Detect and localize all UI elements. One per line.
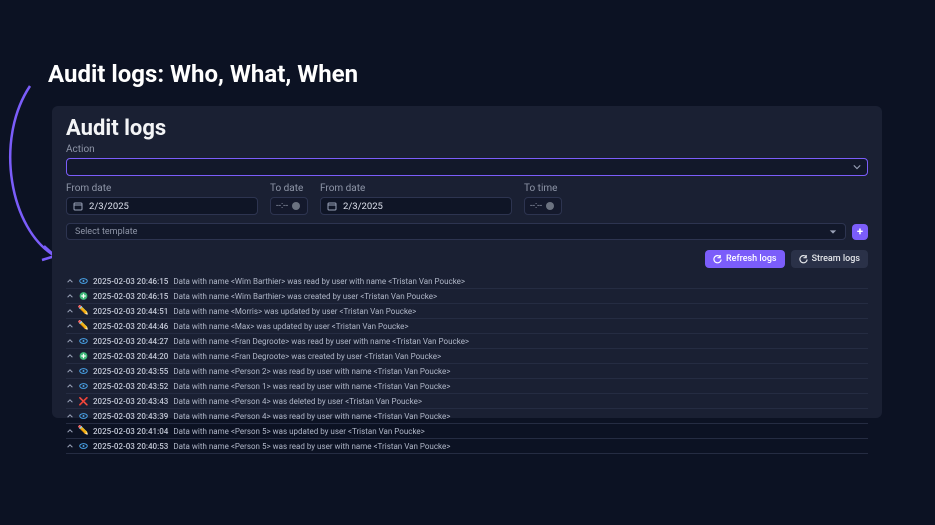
time-placeholder2: --:-- — [530, 201, 542, 211]
chevron-up-icon — [66, 352, 74, 360]
to-time-label: To time — [524, 183, 562, 194]
log-message: Data with name <Wim Barthier> was read b… — [173, 276, 465, 287]
log-timestamp: 2025-02-03 20:40:53 — [93, 441, 168, 452]
eye-icon — [79, 367, 88, 376]
log-row[interactable]: 2025-02-03 20:44:27 Data with name <Fran … — [66, 334, 868, 349]
refresh-icon — [713, 255, 722, 264]
log-message: Data with name <Morris> was updated by u… — [173, 306, 416, 317]
log-timestamp: 2025-02-03 20:46:15 — [93, 276, 168, 287]
to-date-label: To date — [270, 183, 308, 194]
from-date2-value: 2/3/2025 — [343, 201, 383, 212]
pencil-icon: ✏️ — [79, 427, 88, 436]
chevron-up-icon — [66, 277, 74, 285]
chevron-up-icon — [66, 367, 74, 375]
log-message: Data with name <Person 1> was read by us… — [173, 381, 450, 392]
chevron-up-icon — [66, 397, 74, 405]
log-row[interactable]: 2025-02-03 20:44:20 Data with name <Fran … — [66, 349, 868, 364]
log-message: Data with name <Fran Degroote> was read … — [173, 336, 469, 347]
log-row[interactable]: 2025-02-03 20:43:55 Data with name <Perso… — [66, 364, 868, 379]
log-timestamp: 2025-02-03 20:43:43 — [93, 396, 168, 407]
action-select[interactable] — [66, 158, 868, 176]
log-timestamp: 2025-02-03 20:44:20 — [93, 351, 168, 362]
stream-icon — [799, 255, 808, 264]
pencil-icon: ✏️ — [79, 322, 88, 331]
log-row[interactable]: 2025-02-03 20:43:39 Data with name <Perso… — [66, 409, 868, 424]
log-timestamp: 2025-02-03 20:41:04 — [93, 426, 168, 437]
template-select[interactable]: Select template — [66, 223, 846, 240]
from-date2-input[interactable]: 2/3/2025 — [320, 197, 512, 215]
audit-logs-panel: Audit logs Action From date 2/3/2025 To … — [52, 106, 882, 418]
log-row[interactable]: 2025-02-03 20:40:53 Data with name <Perso… — [66, 439, 868, 454]
eye-icon — [79, 412, 88, 421]
log-message: Data with name <Person 2> was read by us… — [173, 366, 450, 377]
from-date-input[interactable]: 2/3/2025 — [66, 197, 258, 215]
chevron-down-icon — [853, 163, 861, 171]
log-message: Data with name <Max> was updated by user… — [173, 321, 408, 332]
chevron-up-icon — [66, 292, 74, 300]
log-message: Data with name <Person 5> was read by us… — [173, 441, 450, 452]
log-list: 2025-02-03 20:46:15 Data with name <Wim B… — [66, 274, 868, 454]
log-message: Data with name <Fran Degroote> was creat… — [173, 351, 441, 362]
panel-title: Audit logs — [66, 116, 868, 141]
log-message: Data with name <Person 5> was updated by… — [173, 426, 425, 437]
template-placeholder: Select template — [75, 227, 137, 237]
clear-icon[interactable] — [292, 202, 300, 210]
from-date2-label: From date — [320, 183, 512, 194]
from-date-value: 2/3/2025 — [89, 201, 129, 212]
log-timestamp: 2025-02-03 20:43:55 — [93, 366, 168, 377]
add-template-button[interactable]: + — [852, 224, 868, 240]
eye-icon — [79, 442, 88, 451]
log-row[interactable]: ✏️ 2025-02-03 20:44:46 Data with name <Max… — [66, 319, 868, 334]
log-timestamp: 2025-02-03 20:44:46 — [93, 321, 168, 332]
log-row[interactable]: 2025-02-03 20:46:15 Data with name <Wim B… — [66, 274, 868, 289]
plus-circle-icon — [79, 352, 88, 361]
log-row[interactable]: 2025-02-03 20:46:15 Data with name <Wim B… — [66, 289, 868, 304]
action-label: Action — [66, 144, 868, 155]
chevron-up-icon — [66, 307, 74, 315]
log-timestamp: 2025-02-03 20:46:15 — [93, 291, 168, 302]
log-timestamp: 2025-02-03 20:43:52 — [93, 381, 168, 392]
clear-icon[interactable] — [546, 202, 554, 210]
log-row[interactable]: ✏️ 2025-02-03 20:44:51 Data with name <Mor… — [66, 304, 868, 319]
log-row[interactable]: ❌ 2025-02-03 20:43:43 Data with name <Pers… — [66, 394, 868, 409]
plus-icon: + — [857, 225, 863, 238]
chevron-up-icon — [66, 337, 74, 345]
to-date-time-input[interactable]: --:-- — [270, 197, 308, 215]
log-row[interactable]: ✏️ 2025-02-03 20:41:04 Data with name <Per… — [66, 424, 868, 439]
chevron-up-icon — [66, 322, 74, 330]
log-message: Data with name <Person 4> was read by us… — [173, 411, 450, 422]
time-placeholder: --:-- — [276, 201, 288, 211]
caret-down-icon — [829, 228, 837, 236]
eye-icon — [79, 382, 88, 391]
eye-icon — [79, 337, 88, 346]
refresh-label: Refresh logs — [726, 254, 777, 264]
stream-label: Stream logs — [812, 254, 860, 264]
log-message: Data with name <Wim Barthier> was create… — [173, 291, 437, 302]
calendar-icon — [327, 201, 337, 211]
from-date-label: From date — [66, 183, 258, 194]
log-timestamp: 2025-02-03 20:43:39 — [93, 411, 168, 422]
stream-logs-button[interactable]: Stream logs — [791, 250, 868, 268]
slide-title: Audit logs: Who, What, When — [48, 60, 358, 88]
x-icon: ❌ — [79, 397, 88, 406]
refresh-logs-button[interactable]: Refresh logs — [705, 250, 785, 268]
pencil-icon: ✏️ — [79, 307, 88, 316]
eye-icon — [79, 277, 88, 286]
log-timestamp: 2025-02-03 20:44:27 — [93, 336, 168, 347]
chevron-up-icon — [66, 412, 74, 420]
to-time-input[interactable]: --:-- — [524, 197, 562, 215]
log-message: Data with name <Person 4> was deleted by… — [173, 396, 422, 407]
chevron-up-icon — [66, 427, 74, 435]
log-timestamp: 2025-02-03 20:44:51 — [93, 306, 168, 317]
chevron-up-icon — [66, 442, 74, 450]
log-row[interactable]: 2025-02-03 20:43:52 Data with name <Perso… — [66, 379, 868, 394]
calendar-icon — [73, 201, 83, 211]
chevron-up-icon — [66, 382, 74, 390]
plus-circle-icon — [79, 292, 88, 301]
